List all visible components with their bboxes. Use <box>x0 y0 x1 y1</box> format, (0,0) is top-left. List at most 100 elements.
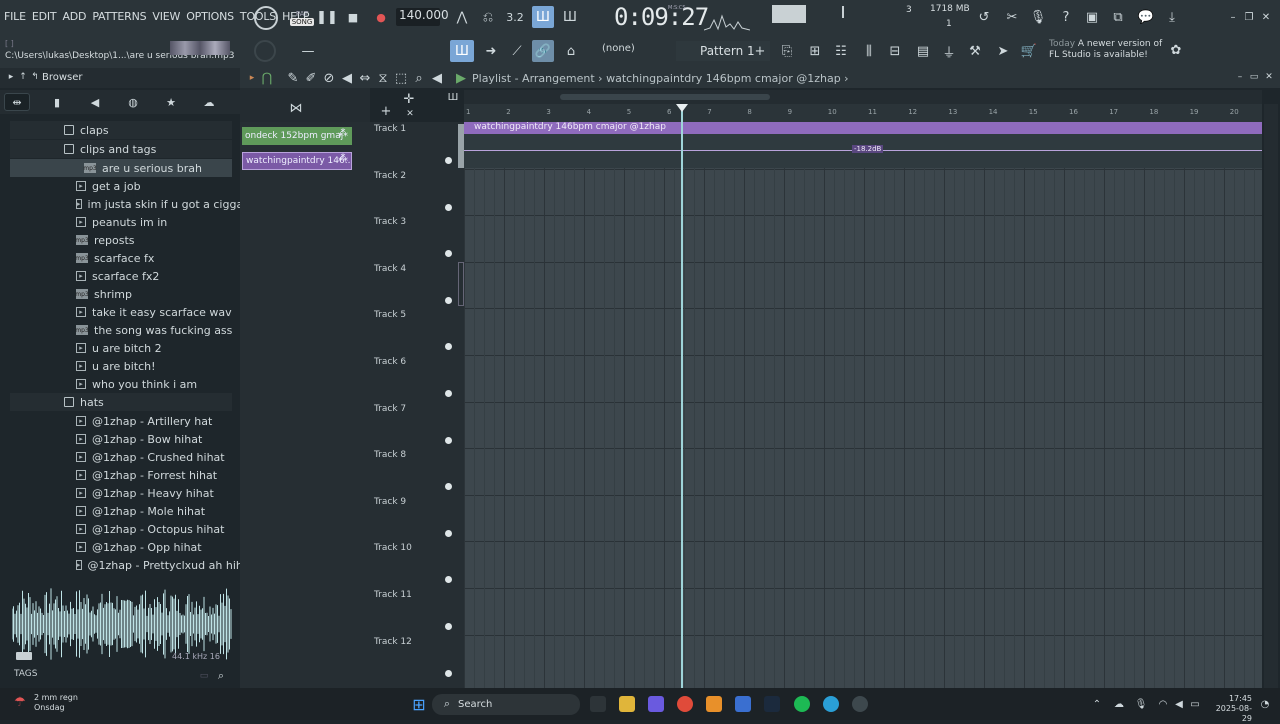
track-mute-dot[interactable] <box>445 203 452 211</box>
track-name[interactable]: Track 5 <box>374 310 406 320</box>
center-icon[interactable]: ✛ <box>402 92 416 107</box>
menu-edit[interactable]: EDIT <box>32 10 57 23</box>
browser-file[interactable]: ▸ u are bitch! <box>76 357 232 375</box>
pause-icon[interactable]: ❚❚ <box>316 8 338 26</box>
steam-icon[interactable] <box>764 696 780 712</box>
track-scroll-handle[interactable] <box>458 262 464 306</box>
timeline-scrollbar[interactable] <box>464 90 1262 104</box>
browser-file[interactable]: mp3 the song was fucking ass <box>75 321 232 339</box>
restore-icon[interactable]: ❐ <box>1242 10 1256 24</box>
weather-widget[interactable]: 2 mm regn Onsdag <box>34 693 78 713</box>
browser-file[interactable]: ▸ @1zhap - Bow hihat <box>76 430 232 448</box>
minimize-icon[interactable]: – <box>1226 10 1240 24</box>
browser-file[interactable]: ▸ scarface fx2 <box>76 267 232 285</box>
track-mute-dot[interactable] <box>445 669 452 677</box>
download-icon[interactable]: ⤓ <box>1162 7 1182 27</box>
chat-icon[interactable]: 💬 <box>1136 7 1156 27</box>
search-icon[interactable]: ⌕ <box>214 669 228 683</box>
close-icon[interactable]: ✕ <box>1259 10 1273 24</box>
tab-star-icon[interactable]: ★ <box>158 93 184 111</box>
close-selection-icon[interactable]: ✕ <box>404 108 416 120</box>
discord-icon[interactable] <box>648 696 664 712</box>
paint-tool-icon[interactable]: ✐ <box>304 70 318 86</box>
volume-icon[interactable]: ◀ <box>1172 697 1186 711</box>
file-icon[interactable]: ▤ <box>912 40 934 62</box>
taskbar-search[interactable]: Search <box>432 694 580 715</box>
edge-icon[interactable] <box>823 696 839 712</box>
track-name[interactable]: Track 4 <box>374 264 406 274</box>
plug-icon[interactable]: ⏚ <box>938 40 960 62</box>
folder-icon[interactable]: ▭ <box>198 670 210 682</box>
track-mute-dot[interactable] <box>445 623 452 630</box>
track-mute-dot[interactable] <box>445 390 452 397</box>
browser-file[interactable]: ▸ @1zhap - Opp hihat <box>76 538 232 556</box>
browser-file[interactable]: mp3 scarface fx <box>75 249 232 267</box>
weather-icon[interactable]: ☂ <box>10 692 30 712</box>
browser-file[interactable]: ▸ u are bitch 2 <box>76 339 232 357</box>
slider-icon[interactable]: — <box>296 42 320 60</box>
save-icon[interactable]: ▣ <box>1082 7 1102 27</box>
scrollbar-thumb[interactable] <box>560 94 770 100</box>
playlist-menu-icon[interactable]: ▸ <box>246 71 258 85</box>
blend-notes-icon[interactable]: Ш <box>560 7 580 27</box>
slip-tool-icon[interactable]: ⇔ <box>358 70 372 86</box>
select-tool-icon[interactable]: ⬚ <box>394 70 408 86</box>
slice-tool-icon[interactable]: ⧖ <box>376 70 390 86</box>
browser-file[interactable]: mp3 reposts <box>75 231 232 249</box>
playhead[interactable] <box>681 104 683 688</box>
play-icon[interactable]: ▶ <box>454 70 468 86</box>
browser-file[interactable]: ▸ @1zhap - Heavy hihat <box>76 484 232 502</box>
browser-file[interactable]: ▸ @1zhap - Mole hihat <box>76 502 232 520</box>
cut-icon[interactable]: ✂ <box>1002 7 1022 27</box>
wifi-icon[interactable]: ◠ <box>1156 697 1170 711</box>
menu-patterns[interactable]: PATTERNS <box>92 10 146 23</box>
fl-studio-icon[interactable] <box>706 696 722 712</box>
pattern-selector[interactable]: (none) <box>590 43 660 59</box>
browser-file[interactable]: ▸ get a job <box>76 177 232 195</box>
track-name[interactable]: Track 10 <box>374 543 412 553</box>
browser-file[interactable]: mp3 shrimp <box>75 285 232 303</box>
mic-icon[interactable]: 🎙 <box>1134 697 1148 711</box>
tray-chevron-icon[interactable]: ⌃ <box>1090 697 1104 711</box>
track-name[interactable]: Track 2 <box>374 171 406 181</box>
song-time-display[interactable]: 0:09:27 <box>614 3 709 31</box>
settings-icon[interactable] <box>852 696 868 712</box>
menu-view[interactable]: VIEW <box>152 10 180 23</box>
magnet-icon[interactable]: ⋂ <box>260 70 274 86</box>
microphone-icon[interactable]: 🎙 <box>1028 7 1048 27</box>
vertical-scrollbar[interactable] <box>1264 104 1278 688</box>
stop-icon[interactable]: ■ <box>344 8 362 26</box>
snap-icon[interactable]: Ш <box>446 90 460 104</box>
battery-icon[interactable]: ▭ <box>1188 697 1202 711</box>
spotify-icon[interactable] <box>794 696 810 712</box>
record-icon[interactable]: ● <box>372 8 390 26</box>
arrow-right-icon[interactable]: ➜ <box>480 40 502 62</box>
pat-song-toggle[interactable]: PAT SONG <box>288 5 316 31</box>
track-mute-dot[interactable] <box>445 296 452 304</box>
audio-clip-title[interactable]: watchingpaintdry 146bpm cmajor @1zhap <box>464 122 1262 134</box>
playlist-close-icon[interactable]: ✕ <box>1263 71 1275 83</box>
browser-file[interactable]: ▸ @1zhap - Prettyclxud ah hihat <box>76 556 254 574</box>
tab-cloud-icon[interactable]: ☁ <box>196 93 222 111</box>
render-icon[interactable]: ⧉ <box>1108 7 1128 27</box>
tab-globe-icon[interactable]: ◍ <box>120 93 146 111</box>
add-track-icon[interactable]: + <box>380 104 392 119</box>
tempo-display[interactable]: 140.000 <box>396 8 449 26</box>
track-mute-dot[interactable] <box>445 157 452 164</box>
track-mute-dot[interactable] <box>445 436 452 444</box>
playlist-minimize-icon[interactable]: – <box>1234 71 1246 83</box>
track-name[interactable]: Track 7 <box>374 404 406 414</box>
metronome-icon[interactable]: ⋀ <box>452 7 472 27</box>
windows-start-icon[interactable]: ⊞ <box>410 695 428 714</box>
sliders-icon[interactable]: ⫼ <box>858 40 880 62</box>
file-explorer-icon[interactable] <box>619 696 635 712</box>
pattern-picker-icon[interactable]: ⋈ <box>288 100 304 116</box>
task-view-icon[interactable] <box>590 696 606 712</box>
cart-icon[interactable]: 🛒 <box>1018 40 1040 62</box>
send-icon[interactable]: ➤ <box>992 40 1014 62</box>
playhead-marker-icon[interactable] <box>676 104 688 112</box>
master-pitch-knob[interactable] <box>254 40 276 62</box>
cloud-icon[interactable]: ☁ <box>1112 697 1126 711</box>
stamp-icon[interactable]: ⌂ <box>560 40 582 62</box>
store-icon[interactable] <box>735 696 751 712</box>
